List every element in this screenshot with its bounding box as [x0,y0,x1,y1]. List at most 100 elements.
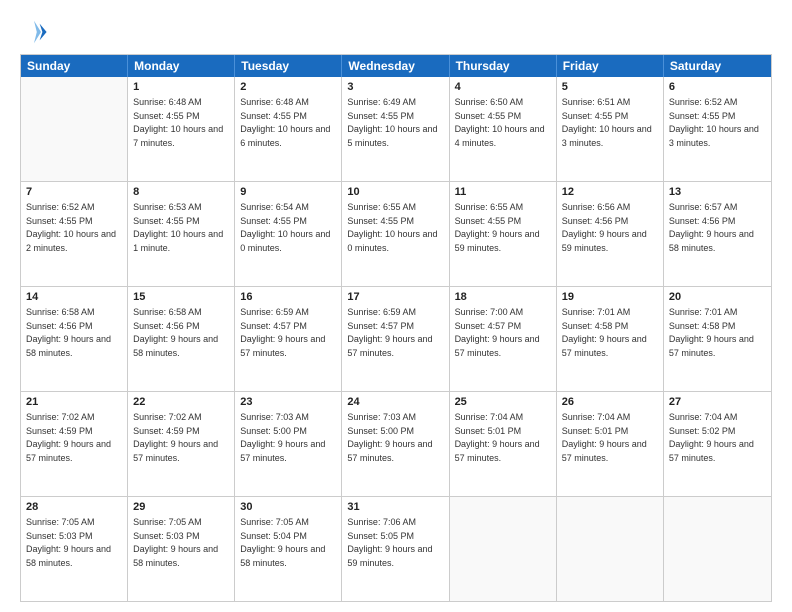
calendar-cell: 21 Sunrise: 7:02 AMSunset: 4:59 PMDaylig… [21,392,128,496]
calendar-cell [450,497,557,601]
cell-info: Sunrise: 6:51 AMSunset: 4:55 PMDaylight:… [562,97,652,148]
calendar-cell: 10 Sunrise: 6:55 AMSunset: 4:55 PMDaylig… [342,182,449,286]
day-number: 24 [347,395,443,410]
cell-info: Sunrise: 7:05 AMSunset: 5:04 PMDaylight:… [240,517,325,568]
calendar-cell: 20 Sunrise: 7:01 AMSunset: 4:58 PMDaylig… [664,287,771,391]
calendar-row-2: 7 Sunrise: 6:52 AMSunset: 4:55 PMDayligh… [21,181,771,286]
day-number: 29 [133,500,229,515]
calendar-cell: 8 Sunrise: 6:53 AMSunset: 4:55 PMDayligh… [128,182,235,286]
cell-info: Sunrise: 6:58 AMSunset: 4:56 PMDaylight:… [26,307,111,358]
day-number: 8 [133,185,229,200]
day-number: 21 [26,395,122,410]
day-number: 26 [562,395,658,410]
calendar-cell: 2 Sunrise: 6:48 AMSunset: 4:55 PMDayligh… [235,77,342,181]
calendar-cell [21,77,128,181]
calendar-cell: 23 Sunrise: 7:03 AMSunset: 5:00 PMDaylig… [235,392,342,496]
cell-info: Sunrise: 7:01 AMSunset: 4:58 PMDaylight:… [669,307,754,358]
cell-info: Sunrise: 7:04 AMSunset: 5:01 PMDaylight:… [562,412,647,463]
dow-sunday: Sunday [21,55,128,77]
day-number: 25 [455,395,551,410]
calendar-cell: 12 Sunrise: 6:56 AMSunset: 4:56 PMDaylig… [557,182,664,286]
day-number: 4 [455,80,551,95]
calendar-cell: 5 Sunrise: 6:51 AMSunset: 4:55 PMDayligh… [557,77,664,181]
cell-info: Sunrise: 7:02 AMSunset: 4:59 PMDaylight:… [133,412,218,463]
cell-info: Sunrise: 6:55 AMSunset: 4:55 PMDaylight:… [347,202,437,253]
day-number: 14 [26,290,122,305]
day-number: 17 [347,290,443,305]
dow-tuesday: Tuesday [235,55,342,77]
calendar-cell: 30 Sunrise: 7:05 AMSunset: 5:04 PMDaylig… [235,497,342,601]
logo-icon [20,18,48,46]
calendar-cell: 25 Sunrise: 7:04 AMSunset: 5:01 PMDaylig… [450,392,557,496]
day-number: 30 [240,500,336,515]
day-number: 23 [240,395,336,410]
calendar-cell: 7 Sunrise: 6:52 AMSunset: 4:55 PMDayligh… [21,182,128,286]
cell-info: Sunrise: 7:05 AMSunset: 5:03 PMDaylight:… [133,517,218,568]
calendar-row-5: 28 Sunrise: 7:05 AMSunset: 5:03 PMDaylig… [21,496,771,601]
cell-info: Sunrise: 7:04 AMSunset: 5:02 PMDaylight:… [669,412,754,463]
cell-info: Sunrise: 6:57 AMSunset: 4:56 PMDaylight:… [669,202,754,253]
calendar-cell: 18 Sunrise: 7:00 AMSunset: 4:57 PMDaylig… [450,287,557,391]
calendar-cell: 27 Sunrise: 7:04 AMSunset: 5:02 PMDaylig… [664,392,771,496]
calendar-row-3: 14 Sunrise: 6:58 AMSunset: 4:56 PMDaylig… [21,286,771,391]
day-number: 27 [669,395,766,410]
logo [20,18,52,46]
cell-info: Sunrise: 6:56 AMSunset: 4:56 PMDaylight:… [562,202,647,253]
cell-info: Sunrise: 7:00 AMSunset: 4:57 PMDaylight:… [455,307,540,358]
dow-monday: Monday [128,55,235,77]
cell-info: Sunrise: 7:02 AMSunset: 4:59 PMDaylight:… [26,412,111,463]
calendar-cell [664,497,771,601]
day-number: 18 [455,290,551,305]
calendar: Sunday Monday Tuesday Wednesday Thursday… [20,54,772,602]
page: Sunday Monday Tuesday Wednesday Thursday… [0,0,792,612]
day-number: 22 [133,395,229,410]
day-number: 19 [562,290,658,305]
calendar-cell: 17 Sunrise: 6:59 AMSunset: 4:57 PMDaylig… [342,287,449,391]
cell-info: Sunrise: 6:48 AMSunset: 4:55 PMDaylight:… [240,97,330,148]
day-number: 11 [455,185,551,200]
cell-info: Sunrise: 6:49 AMSunset: 4:55 PMDaylight:… [347,97,437,148]
calendar-cell: 9 Sunrise: 6:54 AMSunset: 4:55 PMDayligh… [235,182,342,286]
day-number: 13 [669,185,766,200]
cell-info: Sunrise: 6:58 AMSunset: 4:56 PMDaylight:… [133,307,218,358]
cell-info: Sunrise: 7:01 AMSunset: 4:58 PMDaylight:… [562,307,647,358]
calendar-cell: 3 Sunrise: 6:49 AMSunset: 4:55 PMDayligh… [342,77,449,181]
calendar-cell: 13 Sunrise: 6:57 AMSunset: 4:56 PMDaylig… [664,182,771,286]
calendar-cell: 16 Sunrise: 6:59 AMSunset: 4:57 PMDaylig… [235,287,342,391]
calendar-cell [557,497,664,601]
cell-info: Sunrise: 6:53 AMSunset: 4:55 PMDaylight:… [133,202,223,253]
calendar-cell: 29 Sunrise: 7:05 AMSunset: 5:03 PMDaylig… [128,497,235,601]
day-number: 12 [562,185,658,200]
day-number: 3 [347,80,443,95]
day-number: 31 [347,500,443,515]
cell-info: Sunrise: 7:03 AMSunset: 5:00 PMDaylight:… [240,412,325,463]
header [20,18,772,46]
day-number: 2 [240,80,336,95]
calendar-cell: 22 Sunrise: 7:02 AMSunset: 4:59 PMDaylig… [128,392,235,496]
cell-info: Sunrise: 6:54 AMSunset: 4:55 PMDaylight:… [240,202,330,253]
day-number: 7 [26,185,122,200]
day-number: 5 [562,80,658,95]
calendar-header: Sunday Monday Tuesday Wednesday Thursday… [21,55,771,77]
calendar-cell: 1 Sunrise: 6:48 AMSunset: 4:55 PMDayligh… [128,77,235,181]
cell-info: Sunrise: 6:50 AMSunset: 4:55 PMDaylight:… [455,97,545,148]
cell-info: Sunrise: 7:03 AMSunset: 5:00 PMDaylight:… [347,412,432,463]
calendar-row-4: 21 Sunrise: 7:02 AMSunset: 4:59 PMDaylig… [21,391,771,496]
cell-info: Sunrise: 6:59 AMSunset: 4:57 PMDaylight:… [240,307,325,358]
calendar-cell: 6 Sunrise: 6:52 AMSunset: 4:55 PMDayligh… [664,77,771,181]
calendar-row-1: 1 Sunrise: 6:48 AMSunset: 4:55 PMDayligh… [21,77,771,181]
cell-info: Sunrise: 7:06 AMSunset: 5:05 PMDaylight:… [347,517,432,568]
cell-info: Sunrise: 6:52 AMSunset: 4:55 PMDaylight:… [26,202,116,253]
calendar-cell: 24 Sunrise: 7:03 AMSunset: 5:00 PMDaylig… [342,392,449,496]
dow-wednesday: Wednesday [342,55,449,77]
calendar-cell: 26 Sunrise: 7:04 AMSunset: 5:01 PMDaylig… [557,392,664,496]
day-number: 6 [669,80,766,95]
dow-friday: Friday [557,55,664,77]
calendar-cell: 11 Sunrise: 6:55 AMSunset: 4:55 PMDaylig… [450,182,557,286]
day-number: 16 [240,290,336,305]
dow-thursday: Thursday [450,55,557,77]
calendar-cell: 4 Sunrise: 6:50 AMSunset: 4:55 PMDayligh… [450,77,557,181]
cell-info: Sunrise: 7:05 AMSunset: 5:03 PMDaylight:… [26,517,111,568]
cell-info: Sunrise: 6:52 AMSunset: 4:55 PMDaylight:… [669,97,759,148]
calendar-cell: 14 Sunrise: 6:58 AMSunset: 4:56 PMDaylig… [21,287,128,391]
